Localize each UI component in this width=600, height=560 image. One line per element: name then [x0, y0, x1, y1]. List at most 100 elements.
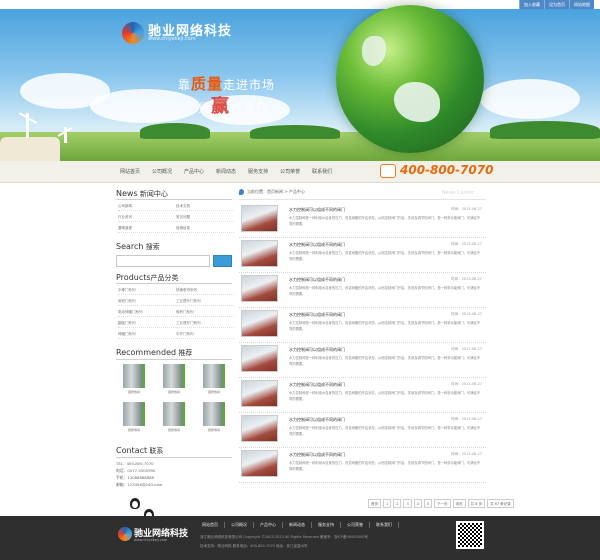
news-thumbnail[interactable] [241, 345, 278, 372]
product-category-item[interactable]: 工业提升门系列 [176, 297, 234, 306]
product-category-item[interactable]: 平移门系列 [118, 286, 176, 295]
tree-line [250, 125, 340, 139]
footer-nav-contact[interactable]: 联系我们 [370, 522, 399, 528]
news-category-item[interactable]: 促销信息 [176, 224, 234, 233]
banner [0, 9, 600, 161]
nav-item-news[interactable]: 新闻动态 [210, 161, 242, 183]
footer-nav-honors[interactable]: 公司荣誉 [341, 522, 370, 528]
news-list-item[interactable]: 水力控制阀可以组成不同的阀门 时间：2013-06-27 水力控制阀是一种利用水自身… [239, 203, 486, 238]
product-category-item[interactable]: 伸缩门系列 [118, 330, 176, 339]
product-category-item[interactable]: 翻板门系列 [118, 319, 176, 328]
news-category-item[interactable]: 技术文档 [176, 202, 234, 211]
footer-nav-products[interactable]: 产品中心 [254, 522, 283, 528]
nav-item-home[interactable]: 网站首页 [114, 161, 146, 183]
recommended-product[interactable]: 钢质卷闸 [160, 402, 188, 438]
breadcrumb[interactable]: 当前位置：首页新闻 > 产品中心 [247, 189, 305, 195]
pager-first[interactable]: 首页 [368, 499, 381, 508]
farmhouse [0, 137, 60, 161]
news-title[interactable]: 水力控制阀可以组成不同的阀门 [289, 277, 345, 283]
news-title[interactable]: 水力控制阀可以组成不同的阀门 [289, 242, 345, 248]
pager-page[interactable]: 5 [423, 499, 433, 508]
product-category-item[interactable]: 堆积门系列 [176, 308, 234, 317]
news-date: 时间：2013-06-27 [451, 207, 482, 211]
recommended-product[interactable]: 钢质卷闸 [120, 364, 148, 400]
product-category-item[interactable]: 电动伸缩门系列 [118, 308, 176, 317]
news-thumbnail[interactable] [241, 240, 278, 267]
news-category-item[interactable]: 常见问题 [176, 213, 234, 222]
pager-last[interactable]: 末页 [452, 499, 466, 508]
news-title[interactable]: 水力控制阀可以组成不同的阀门 [289, 312, 345, 318]
pager-next[interactable]: 下一页 [434, 499, 451, 508]
recommended-product-label: 钢质卷闸 [207, 390, 220, 394]
news-list-item[interactable]: 水力控制阀可以组成不同的阀门 时间：2013-06-27 水力控制阀是一种利用水自身… [239, 378, 486, 413]
news-category-item[interactable]: 要闻速递 [118, 224, 176, 233]
recommended-product-label: 钢质卷闸 [127, 428, 140, 432]
news-title[interactable]: 水力控制阀可以组成不同的阀门 [289, 207, 345, 213]
news-list-item[interactable]: 水力控制阀可以组成不同的阀门 时间：2013-06-27 水力控制阀是一种利用水自身… [239, 273, 486, 308]
nav-item-honors[interactable]: 公司荣誉 [274, 161, 306, 183]
recommended-product[interactable]: 钢质卷闸 [160, 364, 188, 400]
news-title[interactable]: 水力控制阀可以组成不同的阀门 [289, 347, 345, 353]
cloud [90, 89, 200, 123]
footer-nav-news[interactable]: 新闻动态 [283, 522, 312, 528]
news-list-item[interactable]: 水力控制阀可以组成不同的阀门 时间：2013-06-27 水力控制阀是一种利用水自身… [239, 308, 486, 343]
footer-nav: 网站首页 公司概况 产品中心 新闻动态 服务支持 公司荣誉 联系我们 [196, 522, 399, 528]
news-category-item[interactable]: 公司新闻 [118, 202, 176, 211]
footer-nav-about[interactable]: 公司概况 [225, 522, 254, 528]
news-category-item[interactable]: 行业资讯 [118, 213, 176, 222]
banner-slogan-2: 凭赢得合作 [198, 92, 269, 118]
news-summary: 水力控制阀是一种利用水自身的压力，改变阀瓣的开启状态，从而控制阀门开启、关闭及调… [289, 251, 481, 261]
pager-page[interactable]: 1 [383, 499, 392, 508]
product-category-item[interactable]: 堆积门系列 [118, 297, 176, 306]
search-input[interactable] [116, 255, 210, 267]
qq-icon[interactable] [130, 498, 140, 509]
news-list-item[interactable]: 水力控制阀可以组成不同的阀门 时间：2013-06-27 水力控制阀是一种利用水自身… [239, 238, 486, 273]
news-category-list: 公司新闻 技术文档 行业资讯 常见问题 要闻速递 促销信息 [118, 202, 234, 233]
news-title[interactable]: 水力控制阀可以组成不同的阀门 [289, 452, 345, 458]
recommended-product[interactable]: 钢质卷闸 [200, 364, 228, 400]
footer-contact-line: 技术支持：驰业网络 服务电话：400-800-7070 地址：浙江省温州市 [200, 544, 308, 548]
nav-item-contact[interactable]: 联系我们 [306, 161, 338, 183]
news-thumbnail[interactable] [241, 415, 278, 442]
pager-page[interactable]: 3 [403, 499, 412, 508]
news-thumbnail[interactable] [241, 205, 278, 232]
footer-nav-home[interactable]: 网站首页 [196, 522, 225, 528]
top-link-sitemap[interactable]: 网站地图 [569, 0, 594, 9]
top-link-favorite[interactable]: 加入收藏 [519, 0, 544, 9]
product-category-item[interactable]: 工业提升门系列 [176, 319, 234, 328]
product-category-item[interactable]: 快速卷帘系列 [176, 286, 234, 295]
footer-nav-service[interactable]: 服务支持 [312, 522, 341, 528]
contact-phone: 电话：0577-5505990 [116, 468, 156, 473]
nav-item-products[interactable]: 产品中心 [178, 161, 210, 183]
news-list-item[interactable]: 水力控制阀可以组成不同的阀门 时间：2013-06-27 水力控制阀是一种利用水自身… [239, 413, 486, 448]
product-category-item[interactable]: 平开门系列 [176, 330, 234, 339]
slogan-1-highlight: 质量 [191, 75, 224, 93]
nav-item-about[interactable]: 公司概况 [146, 161, 178, 183]
search-button[interactable] [213, 255, 232, 267]
contact-tel: TEL：400-800-7070 [116, 461, 154, 466]
news-thumbnail[interactable] [241, 310, 278, 337]
contact-mobile: 手机：13088888888 [116, 475, 154, 480]
pager-page[interactable]: 2 [393, 499, 402, 508]
recommended-heading: Recommended 推荐 [116, 348, 192, 358]
recommended-product[interactable]: 钢质卷闸 [200, 402, 228, 438]
product-thumbnail [123, 364, 145, 388]
slogan-1-pre: 靠 [178, 78, 192, 92]
contact-info: TEL：400-800-7070 电话：0577-5505990 手机：1308… [116, 460, 162, 488]
news-list-item[interactable]: 水力控制阀可以组成不同的阀门 时间：2013-06-27 水力控制阀是一种利用水自身… [239, 343, 486, 378]
news-title[interactable]: 水力控制阀可以组成不同的阀门 [289, 382, 345, 388]
recommended-product[interactable]: 钢质卷闸 [120, 402, 148, 438]
news-summary: 水力控制阀是一种利用水自身的压力，改变阀瓣的开启状态，从而控制阀门开启、关闭及调… [289, 216, 481, 226]
news-thumbnail[interactable] [241, 450, 278, 477]
pager-page[interactable]: 4 [413, 499, 422, 508]
nav-item-service[interactable]: 服务支持 [242, 161, 274, 183]
news-date: 时间：2013-06-27 [451, 277, 482, 281]
top-links: 加入收藏 设为首页 网站地图 [519, 0, 594, 9]
footer-copyright: 浙江驰业网络科技有限公司 Copyright ©2003-2013 All Ri… [200, 535, 368, 539]
recommended-heading-cn: 推荐 [178, 349, 193, 357]
news-thumbnail[interactable] [241, 275, 278, 302]
news-list-item[interactable]: 水力控制阀可以组成不同的阀门 时间：2013-06-27 水力控制阀是一种利用水自身… [239, 448, 486, 483]
news-thumbnail[interactable] [241, 380, 278, 407]
top-link-homepage[interactable]: 设为首页 [544, 0, 569, 9]
news-title[interactable]: 水力控制阀可以组成不同的阀门 [289, 417, 345, 423]
